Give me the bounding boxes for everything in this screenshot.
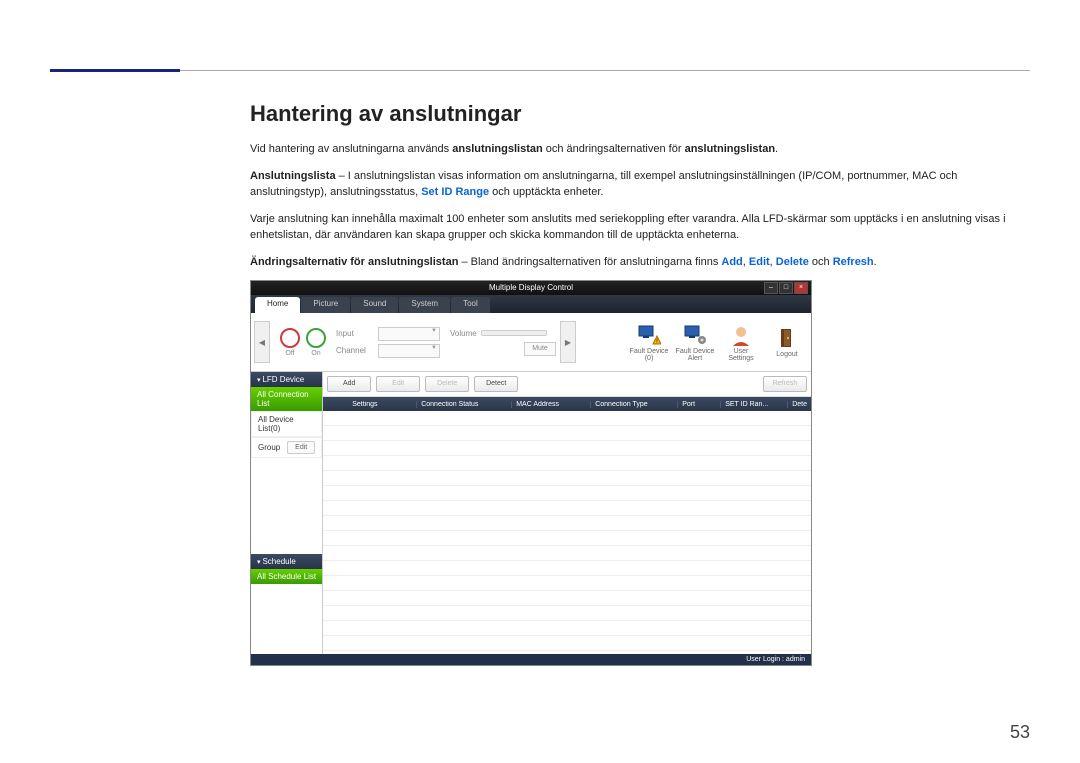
sidebar: LFD Device All Connection List All Devic… <box>251 372 323 654</box>
paragraph-4: Ändringsalternativ för anslutningslistan… <box>250 254 1020 271</box>
volume-label: Volume <box>450 329 477 338</box>
col-port[interactable]: Port <box>678 401 721 408</box>
table-row <box>323 411 811 426</box>
table-row <box>323 486 811 501</box>
page-title: Hantering av anslutningar <box>250 101 1030 127</box>
close-button[interactable]: × <box>794 282 808 294</box>
paragraph-1: Vid hantering av anslutningarna används … <box>250 141 1020 158</box>
table-row <box>323 576 811 591</box>
logout-button[interactable]: Logout <box>766 326 808 358</box>
nav-right-button[interactable]: ▶ <box>560 321 576 363</box>
col-settings[interactable]: Settings <box>348 401 417 408</box>
statusbar: User Login : admin <box>251 654 811 665</box>
user-login-text: User Login : admin <box>746 656 805 663</box>
paragraph-3: Varje anslutning kan innehålla maximalt … <box>250 211 1020 244</box>
table-row <box>323 546 811 561</box>
toolbar: ◀ Off On Input Channel <box>251 313 811 372</box>
user-icon <box>728 323 754 347</box>
detect-button[interactable]: Detect <box>474 376 518 392</box>
door-icon <box>774 326 800 350</box>
sidebar-item-all-connection[interactable]: All Connection List <box>251 387 322 411</box>
app-window: Multiple Display Control – □ × Home Pict… <box>250 280 812 666</box>
delete-button[interactable]: Delete <box>425 376 469 392</box>
table-row <box>323 606 811 621</box>
add-button[interactable]: Add <box>327 376 371 392</box>
volume-slider[interactable] <box>481 330 547 336</box>
tab-home[interactable]: Home <box>255 297 300 313</box>
minimize-button[interactable]: – <box>764 282 778 294</box>
sidebar-item-group[interactable]: Group Edit <box>251 437 322 458</box>
monitor-warning-icon: ! <box>636 323 662 347</box>
col-setid[interactable]: SET ID Ran... <box>721 401 788 408</box>
sidebar-item-all-schedule[interactable]: All Schedule List <box>251 569 322 584</box>
col-status[interactable]: Connection Status <box>417 401 512 408</box>
fault-alert-button[interactable]: Fault Device Alert <box>674 323 716 362</box>
table-row <box>323 621 811 636</box>
maximize-button[interactable]: □ <box>779 282 793 294</box>
table-row <box>323 426 811 441</box>
power-off-icon <box>280 328 300 348</box>
grid-header: Settings Connection Status MAC Address C… <box>323 397 811 411</box>
input-select[interactable] <box>378 327 440 341</box>
col-type[interactable]: Connection Type <box>591 401 678 408</box>
col-mac[interactable]: MAC Address <box>512 401 591 408</box>
titlebar: Multiple Display Control – □ × <box>251 281 811 295</box>
refresh-button[interactable]: Refresh <box>763 376 807 392</box>
table-row <box>323 636 811 651</box>
table-row <box>323 516 811 531</box>
table-row <box>323 501 811 516</box>
monitor-gear-icon <box>682 323 708 347</box>
nav-left-button[interactable]: ◀ <box>254 321 270 363</box>
edit-button[interactable]: Edit <box>376 376 420 392</box>
table-row <box>323 456 811 471</box>
power-on-button[interactable]: On <box>306 328 326 357</box>
sidebar-lfd-header[interactable]: LFD Device <box>251 372 322 387</box>
mute-button[interactable]: Mute <box>524 342 556 356</box>
user-settings-button[interactable]: User Settings <box>720 323 762 362</box>
crud-bar: Add Edit Delete Detect Refresh <box>323 372 811 397</box>
tabbar: Home Picture Sound System Tool <box>251 295 811 313</box>
tab-system[interactable]: System <box>399 297 450 313</box>
header-mark <box>50 69 180 72</box>
power-on-icon <box>306 328 326 348</box>
app-title: Multiple Display Control <box>489 283 573 292</box>
col-dete[interactable]: Dete <box>788 401 811 408</box>
paragraph-2: Anslutningslista – I anslutningslistan v… <box>250 168 1020 201</box>
main-area: Add Edit Delete Detect Refresh Settings … <box>323 372 811 654</box>
group-edit-button[interactable]: Edit <box>287 441 315 454</box>
grid-body <box>323 411 811 654</box>
table-row <box>323 441 811 456</box>
fault-device-button[interactable]: ! Fault Device (0) <box>628 323 670 362</box>
power-off-button[interactable]: Off <box>280 328 300 357</box>
tab-sound[interactable]: Sound <box>351 297 398 313</box>
table-row <box>323 531 811 546</box>
channel-select[interactable] <box>378 344 440 358</box>
table-row <box>323 471 811 486</box>
page-number: 53 <box>1010 722 1030 743</box>
sidebar-schedule-header[interactable]: Schedule <box>251 554 322 569</box>
table-row <box>323 591 811 606</box>
input-label: Input <box>336 329 374 338</box>
tab-tool[interactable]: Tool <box>451 297 490 313</box>
tab-picture[interactable]: Picture <box>301 297 350 313</box>
sidebar-item-all-device[interactable]: All Device List(0) <box>251 411 322 437</box>
table-row <box>323 561 811 576</box>
channel-label: Channel <box>336 346 374 355</box>
